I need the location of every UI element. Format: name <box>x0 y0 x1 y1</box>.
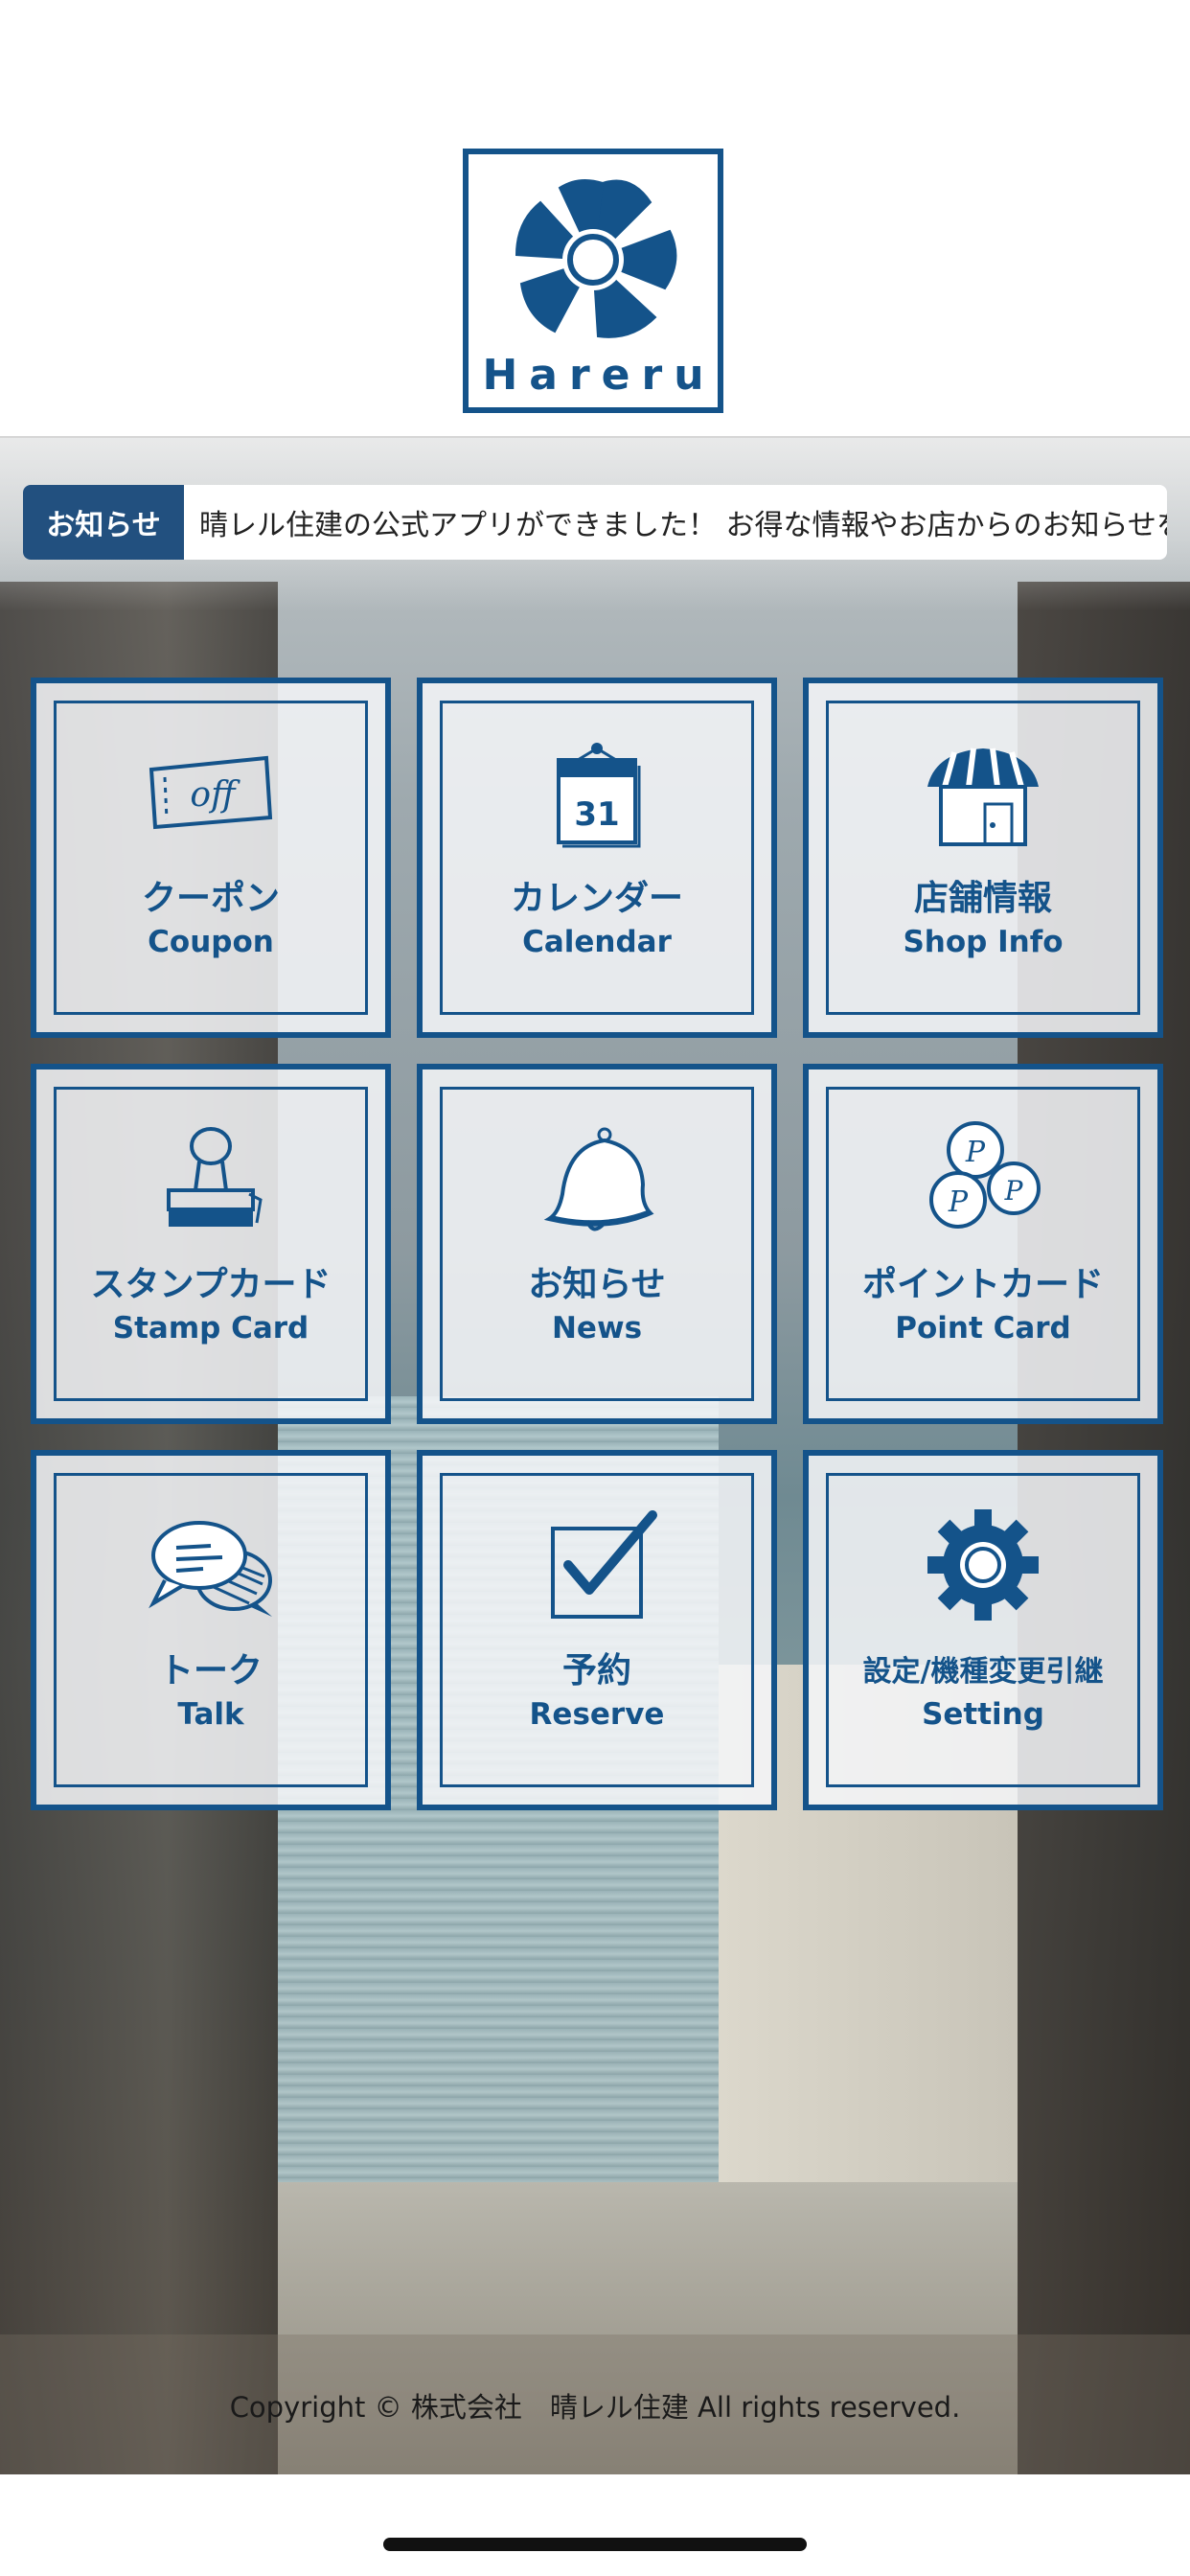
tile-point-card-en: Point Card <box>895 1311 1071 1346</box>
tile-stamp-card-jp: スタンプカード <box>90 1265 332 1304</box>
point-icon-letter: P <box>1004 1175 1024 1207</box>
tile-calendar[interactable]: 31 カレンダー Calendar <box>417 678 777 1038</box>
coupon-icon-text: off <box>190 775 240 815</box>
home-indicator[interactable] <box>383 2538 807 2551</box>
tile-news-en: News <box>551 1311 643 1346</box>
tile-talk-en: Talk <box>177 1697 244 1732</box>
tile-shop-info-en: Shop Info <box>903 925 1064 959</box>
tile-stamp-card[interactable]: スタンプカード Stamp Card <box>31 1064 391 1424</box>
menu-grid: off クーポン Coupon 31 カレンダー Calendar 店舗情報 S… <box>31 678 1163 1810</box>
tile-setting[interactable]: 設定/機種変更引継 Setting <box>803 1450 1163 1810</box>
notice-ticker[interactable]: お知らせ 晴レル住建の公式アプリができました！ お得な情報やお店からのお知らせを <box>23 485 1167 560</box>
app-screen: Hareru お知らせ 晴レル住建の公式アプリができました！ お得な情報やお店か… <box>0 0 1190 2576</box>
header: Hareru <box>0 0 1190 438</box>
gear-icon <box>927 1509 1039 1621</box>
shop-icon <box>927 748 1039 846</box>
copyright-text: Copyright © 株式会社 晴レル住建 All rights reserv… <box>229 2391 961 2424</box>
chat-bubbles-icon <box>149 1521 272 1617</box>
bell-icon <box>543 1127 654 1231</box>
pinwheel-logo-icon <box>515 178 677 338</box>
tile-reserve-jp: 予約 <box>561 1651 631 1690</box>
logo-text: Hareru <box>482 351 716 400</box>
tile-point-card-jp: ポイントカード <box>861 1265 1104 1304</box>
tile-setting-jp: 設定/機種変更引継 <box>862 1655 1104 1689</box>
notice-label: お知らせ <box>23 485 184 560</box>
notice-text[interactable]: 晴レル住建の公式アプリができました！ お得な情報やお店からのお知らせを <box>184 485 1167 560</box>
coupon-ticket-icon: off <box>149 755 273 830</box>
footer: Copyright © 株式会社 晴レル住建 All rights reserv… <box>0 2334 1190 2474</box>
checkbox-icon <box>551 1510 657 1619</box>
tile-calendar-jp: カレンダー <box>510 879 683 918</box>
stamp-icon <box>167 1127 263 1227</box>
point-icon-letter: P <box>965 1136 986 1169</box>
tile-coupon-en: Coupon <box>148 925 274 959</box>
tile-coupon-jp: クーポン <box>141 879 280 918</box>
tile-coupon[interactable]: off クーポン Coupon <box>31 678 391 1038</box>
tile-stamp-card-en: Stamp Card <box>112 1311 309 1346</box>
tile-reserve-en: Reserve <box>529 1697 665 1732</box>
calendar-icon: 31 <box>557 743 641 848</box>
tile-shop-info[interactable]: 店舗情報 Shop Info <box>803 678 1163 1038</box>
tile-calendar-en: Calendar <box>522 925 672 959</box>
tile-point-card[interactable]: P P P ポイントカード Point Card <box>803 1064 1163 1424</box>
bottom-safe-area <box>0 2474 1190 2576</box>
tile-setting-en: Setting <box>922 1697 1044 1732</box>
hareru-logo: Hareru <box>463 149 723 413</box>
tile-reserve[interactable]: 予約 Reserve <box>417 1450 777 1810</box>
point-coins-icon: P P P <box>929 1121 1041 1229</box>
tile-shop-info-jp: 店舗情報 <box>913 879 1052 918</box>
tile-news[interactable]: お知らせ News <box>417 1064 777 1424</box>
tile-talk-jp: トーク <box>158 1651 263 1690</box>
tile-news-jp: お知らせ <box>528 1265 666 1304</box>
point-icon-letter: P <box>948 1185 969 1219</box>
calendar-icon-day: 31 <box>574 795 619 834</box>
tile-talk[interactable]: トーク Talk <box>31 1450 391 1810</box>
